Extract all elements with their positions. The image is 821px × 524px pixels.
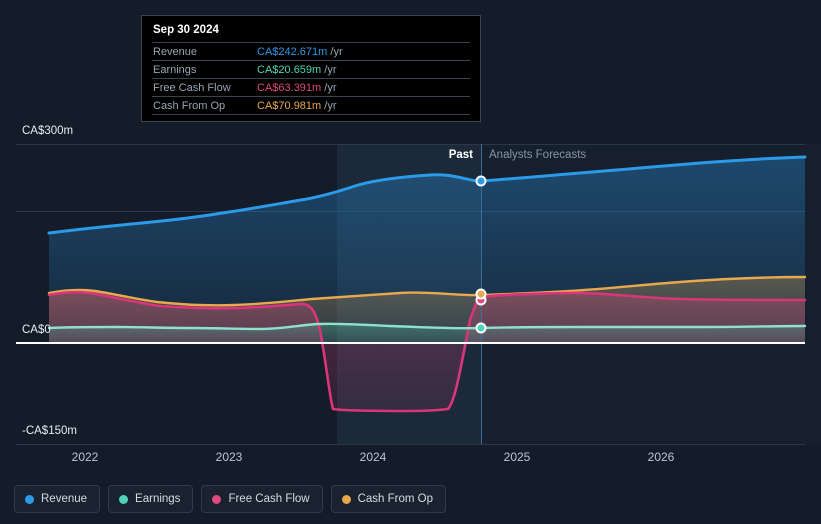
tooltip-table: Revenue CA$242.671m /yr Earnings CA$20.6… [152, 42, 470, 114]
tooltip-row-free-cash-flow: Free Cash Flow CA$63.391m /yr [152, 78, 470, 97]
tooltip-date: Sep 30 2024 [153, 24, 219, 36]
legend-dot-revenue-icon [25, 494, 34, 504]
marker-cash-from-op[interactable] [475, 288, 487, 300]
x-axis-label-2022: 2022 [71, 450, 99, 464]
tooltip-label-earnings: Earnings [152, 60, 257, 79]
x-axis-label-2026: 2026 [647, 450, 675, 464]
legend-item-free-cash-flow[interactable]: Free Cash Flow [201, 485, 323, 513]
tooltip-unit-earnings: /yr [324, 63, 337, 76]
tooltip-value-earnings: CA$20.659m /yr [257, 60, 470, 79]
earnings-revenue-chart: CA$300m CA$0 -CA$150m 2022 2023 2024 202… [0, 0, 821, 524]
tooltip-row-earnings: Earnings CA$20.659m /yr [152, 60, 470, 79]
x-axis-label-2023: 2023 [215, 450, 243, 464]
tooltip-amount-free-cash-flow: CA$63.391m [257, 81, 322, 94]
legend-label-cash-from-op: Cash From Op [357, 493, 434, 505]
tooltip-label-revenue: Revenue [152, 42, 257, 61]
chart-legend: Revenue Earnings Free Cash Flow Cash Fro… [14, 485, 447, 513]
legend-dot-cash-from-op-icon [341, 494, 351, 504]
marker-revenue[interactable] [475, 175, 487, 187]
marker-earnings[interactable] [475, 322, 487, 334]
tooltip-value-revenue: CA$242.671m /yr [257, 42, 470, 61]
tooltip-label-free-cash-flow: Free Cash Flow [152, 78, 257, 97]
legend-label-revenue: Revenue [41, 493, 88, 505]
tooltip-footer-rule [152, 114, 470, 115]
legend-dot-free-cash-flow-icon [212, 494, 222, 504]
legend-dot-earnings-icon [119, 494, 129, 504]
tooltip-amount-earnings: CA$20.659m [257, 63, 322, 76]
tooltip-unit-revenue: /yr [330, 45, 343, 58]
y-axis-label-zero: CA$0 [22, 324, 51, 336]
x-axis-line [16, 444, 805, 445]
tooltip-unit-cash-from-op: /yr [324, 99, 337, 112]
tooltip-label-cash-from-op: Cash From Op [152, 96, 257, 114]
tooltip-value-cash-from-op: CA$70.981m /yr [257, 96, 470, 114]
tooltip-amount-revenue: CA$242.671m [257, 45, 328, 58]
legend-item-earnings[interactable]: Earnings [108, 485, 194, 513]
y-axis-label-bottom: -CA$150m [22, 425, 77, 437]
chart-tooltip: Sep 30 2024 Revenue CA$242.671m /yr Earn… [141, 15, 481, 122]
legend-item-revenue[interactable]: Revenue [14, 485, 101, 513]
tooltip-row-cash-from-op: Cash From Op CA$70.981m /yr [152, 96, 470, 114]
tooltip-value-free-cash-flow: CA$63.391m /yr [257, 78, 470, 97]
tooltip-unit-free-cash-flow: /yr [324, 81, 337, 94]
tooltip-row-revenue: Revenue CA$242.671m /yr [152, 42, 470, 61]
tooltip-amount-cash-from-op: CA$70.981m [257, 99, 322, 112]
zero-axis-line [16, 342, 805, 344]
forecast-period-label: Analysts Forecasts [489, 149, 587, 161]
series-paths [47, 155, 807, 413]
legend-label-earnings: Earnings [135, 493, 181, 505]
x-axis-label-2025: 2025 [503, 450, 531, 464]
y-axis-label-top: CA$300m [22, 125, 74, 137]
legend-label-free-cash-flow: Free Cash Flow [228, 493, 310, 505]
past-period-label: Past [448, 149, 473, 161]
legend-item-cash-from-op[interactable]: Cash From Op [330, 485, 447, 513]
x-axis-label-2024: 2024 [359, 450, 387, 464]
